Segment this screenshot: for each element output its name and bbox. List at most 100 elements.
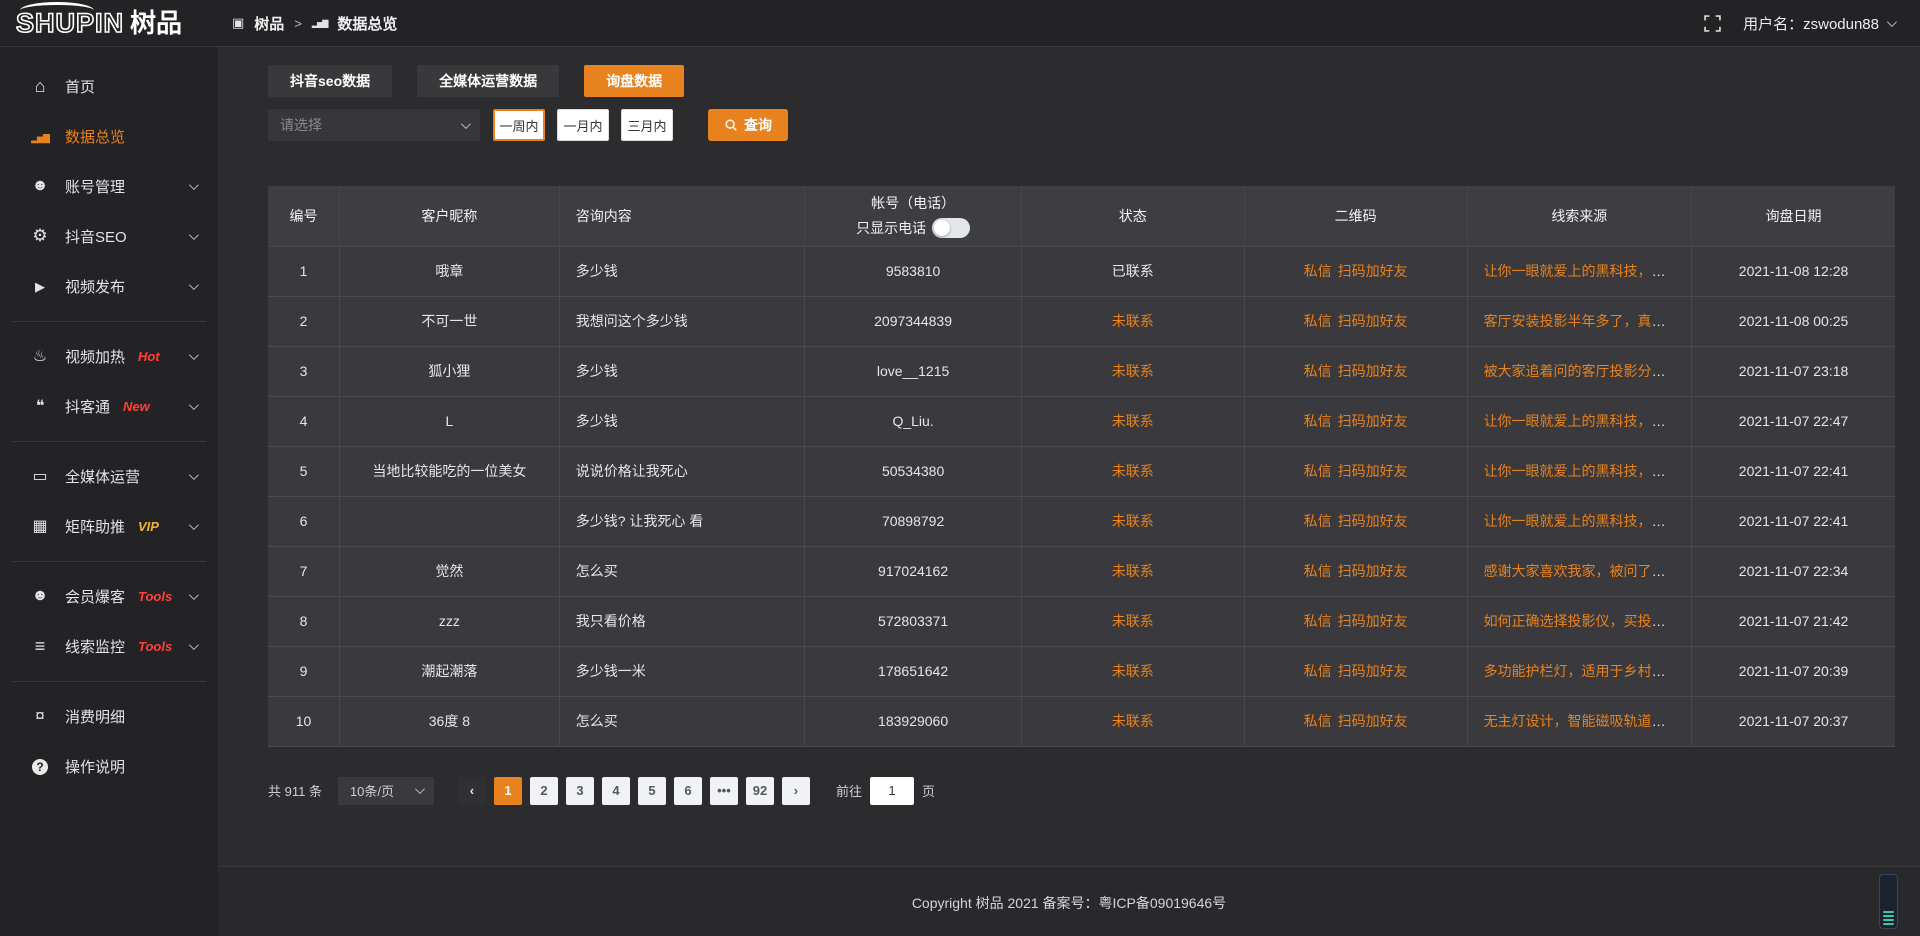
cell-qrcode: 私信 扫码加好友 [1244, 446, 1467, 496]
tab-button[interactable]: 询盘数据 [584, 65, 684, 97]
private-message-link[interactable]: 私信 [1304, 311, 1332, 331]
sidebar-item[interactable]: 首页 [0, 61, 218, 111]
sidebar-item-label: 矩阵助推 [65, 516, 125, 537]
page-size-select[interactable]: 10条/页 [338, 777, 434, 805]
header-nickname: 客户昵称 [340, 186, 560, 246]
lead-source-link[interactable]: 客厅安装投影半年多了，真实... [1484, 313, 1678, 329]
floating-widget[interactable] [1879, 874, 1898, 929]
chevron-down-icon [461, 119, 471, 129]
page-number-button[interactable]: 3 [566, 777, 594, 805]
cell-source: 多功能护栏灯，适用于乡村文... [1467, 646, 1692, 696]
scan-add-friend-link[interactable]: 扫码加好友 [1338, 711, 1408, 731]
cell-no: 7 [268, 546, 340, 596]
cell-qrcode: 私信 扫码加好友 [1244, 696, 1467, 746]
filter-bar: 请选择 一周内一月内三月内 查询 [268, 109, 1895, 141]
lead-source-link[interactable]: 多功能护栏灯，适用于乡村文... [1484, 663, 1678, 679]
lead-source-link[interactable]: 无主灯设计，智能磁吸轨道灯... [1484, 713, 1678, 729]
goto-page-input[interactable] [870, 777, 914, 805]
cell-source: 如何正确选择投影仪，买投影... [1467, 596, 1692, 646]
private-message-link[interactable]: 私信 [1304, 611, 1332, 631]
sidebar-item[interactable]: 矩阵助推 VIP [0, 501, 218, 551]
scan-add-friend-link[interactable]: 扫码加好友 [1338, 361, 1408, 381]
scan-add-friend-link[interactable]: 扫码加好友 [1338, 311, 1408, 331]
private-message-link[interactable]: 私信 [1304, 661, 1332, 681]
scan-add-friend-link[interactable]: 扫码加好友 [1338, 511, 1408, 531]
private-message-link[interactable]: 私信 [1304, 711, 1332, 731]
lead-source-link[interactable]: 被大家追着问的客厅投影分享... [1484, 363, 1678, 379]
user-menu[interactable]: 用户名：zswodun88 [1743, 13, 1894, 34]
sidebar-item[interactable]: 操作说明 [0, 741, 218, 791]
table-row: 10 36度 8 怎么买 183929060 未联系 私信 扫码加好友 [268, 696, 1895, 746]
cell-source: 让你一眼就爱上的黑科技，能... [1467, 496, 1692, 546]
date-range-button[interactable]: 一周内 [493, 109, 545, 141]
private-message-link[interactable]: 私信 [1304, 511, 1332, 531]
sidebar-item[interactable]: 视频发布 [0, 261, 218, 311]
page-number-button[interactable]: 6 [674, 777, 702, 805]
quick-range-group: 一周内一月内三月内 [493, 109, 673, 141]
table-row: 5 当地比较能吃的一位美女 说说价格让我死心 50534380 未联系 私信 扫… [268, 446, 1895, 496]
private-message-link[interactable]: 私信 [1304, 411, 1332, 431]
page-number-button[interactable]: 92 [746, 777, 774, 805]
scan-add-friend-link[interactable]: 扫码加好友 [1338, 461, 1408, 481]
sidebar-item-label: 线索监控 [65, 636, 125, 657]
sidebar-item-label: 消费明细 [65, 706, 125, 727]
sidebar-item[interactable]: 视频加热 Hot [0, 331, 218, 381]
lead-source-link[interactable]: 让你一眼就爱上的黑科技，能... [1484, 413, 1678, 429]
page-number-button[interactable]: ••• [710, 777, 738, 805]
private-message-link[interactable]: 私信 [1304, 261, 1332, 281]
scan-add-friend-link[interactable]: 扫码加好友 [1338, 261, 1408, 281]
search-button[interactable]: 查询 [708, 109, 788, 141]
cell-account: love__1215 [805, 346, 1021, 396]
cell-content: 多少钱一米 [559, 646, 805, 696]
tab-button[interactable]: 全媒体运营数据 [417, 65, 559, 97]
sidebar-item[interactable]: 会员爆客 Tools [0, 571, 218, 621]
page-number-button[interactable]: 1 [494, 777, 522, 805]
chevron-down-icon [189, 640, 199, 650]
cell-status: 未联系 [1021, 496, 1244, 546]
select-placeholder: 请选择 [280, 115, 322, 135]
fullscreen-icon[interactable] [1704, 15, 1721, 32]
private-message-link[interactable]: 私信 [1304, 361, 1332, 381]
scan-add-friend-link[interactable]: 扫码加好友 [1338, 611, 1408, 631]
logo-text-en: SHUPIN [16, 10, 124, 37]
sidebar-item[interactable]: 消费明细 [0, 691, 218, 741]
date-range-button[interactable]: 一月内 [557, 109, 609, 141]
pagination: 共 911 条 10条/页 ‹ 123456•••92 › 前往 页 [268, 777, 1895, 805]
lead-source-link[interactable]: 如何正确选择投影仪，买投影... [1484, 613, 1678, 629]
page-number-button[interactable]: 5 [638, 777, 666, 805]
private-message-link[interactable]: 私信 [1304, 461, 1332, 481]
scan-add-friend-link[interactable]: 扫码加好友 [1338, 661, 1408, 681]
sidebar-item[interactable]: 全媒体运营 [0, 451, 218, 501]
next-page-button[interactable]: › [782, 777, 810, 805]
app-logo: SHUPIN 树品 [0, 10, 218, 37]
page-number-button[interactable]: 4 [602, 777, 630, 805]
prev-page-button[interactable]: ‹ [458, 777, 486, 805]
lead-source-link[interactable]: 感谢大家喜欢我家，被问了好... [1484, 563, 1678, 579]
tab-button[interactable]: 抖音seo数据 [268, 65, 392, 97]
account-filter-select[interactable]: 请选择 [268, 109, 480, 141]
cell-content: 我想问这个多少钱 [559, 296, 805, 346]
scan-add-friend-link[interactable]: 扫码加好友 [1338, 411, 1408, 431]
table-row: 8 zzz 我只看价格 572803371 未联系 私信 扫码加好友 [268, 596, 1895, 646]
phone-only-toggle[interactable] [932, 218, 970, 238]
sidebar-item[interactable]: 抖音SEO [0, 211, 218, 261]
sidebar-item[interactable]: 账号管理 [0, 161, 218, 211]
sidebar-item[interactable]: 抖客通 New [0, 381, 218, 431]
lead-source-link[interactable]: 让你一眼就爱上的黑科技，能... [1484, 463, 1678, 479]
sidebar-item-badge: VIP [138, 519, 159, 534]
lead-source-link[interactable]: 让你一眼就爱上的黑科技，能... [1484, 263, 1678, 279]
breadcrumb-root[interactable]: 树品 [254, 13, 284, 34]
sidebar-item-label: 视频发布 [65, 276, 125, 297]
lead-source-link[interactable]: 让你一眼就爱上的黑科技，能... [1484, 513, 1678, 529]
date-range-button[interactable]: 三月内 [621, 109, 673, 141]
cell-qrcode: 私信 扫码加好友 [1244, 596, 1467, 646]
cell-content: 怎么买 [559, 696, 805, 746]
cell-source: 让你一眼就爱上的黑科技，能... [1467, 396, 1692, 446]
scan-add-friend-link[interactable]: 扫码加好友 [1338, 561, 1408, 581]
page-number-button[interactable]: 2 [530, 777, 558, 805]
cell-qrcode: 私信 扫码加好友 [1244, 396, 1467, 446]
breadcrumb-root-icon: ▣ [232, 15, 244, 31]
sidebar-item[interactable]: 数据总览 [0, 111, 218, 161]
private-message-link[interactable]: 私信 [1304, 561, 1332, 581]
sidebar-item[interactable]: 线索监控 Tools [0, 621, 218, 671]
